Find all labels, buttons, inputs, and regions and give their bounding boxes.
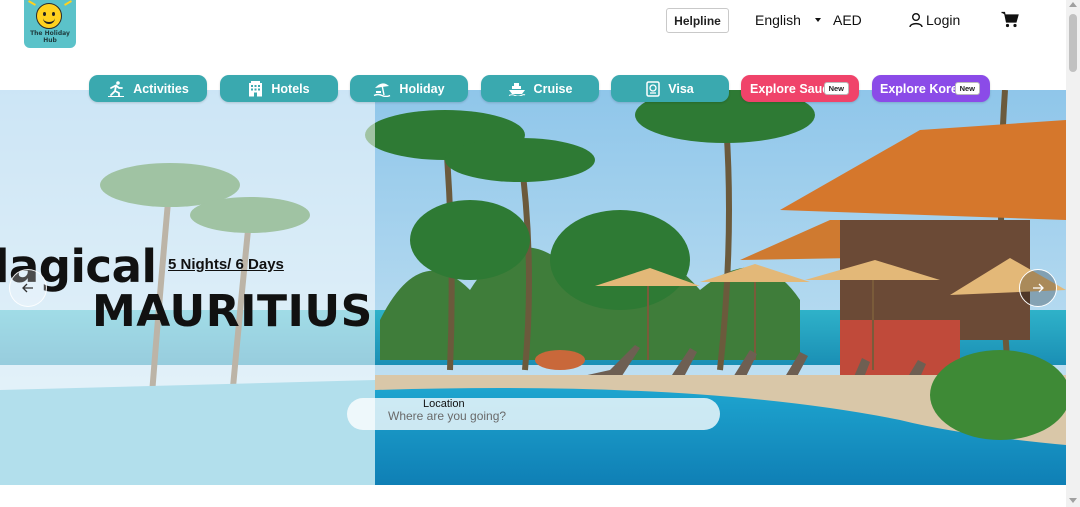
building-icon <box>249 80 263 96</box>
nav-item-activities[interactable]: Activities <box>89 75 207 102</box>
nav-item-hotels[interactable]: Hotels <box>220 75 338 102</box>
user-icon <box>909 13 923 28</box>
cart-button[interactable] <box>1001 11 1019 33</box>
running-person-icon <box>108 80 125 97</box>
nav-item-explore-saudi[interactable]: Explore Saudi New <box>741 75 859 102</box>
logo-ray <box>64 0 72 6</box>
login-button[interactable]: Login <box>908 12 960 28</box>
nav-item-label: Hotels <box>271 81 310 96</box>
nav-item-label: Explore Saudi <box>750 81 834 96</box>
arrow-left-icon <box>22 283 33 293</box>
nav-item-label: Activities <box>133 81 189 96</box>
nav-item-label: Visa <box>668 81 694 96</box>
scroll-down-arrow-icon[interactable] <box>1069 498 1077 503</box>
page: The Holiday Hub Helpline English AED Log… <box>0 0 1080 507</box>
scrollbar-thumb[interactable] <box>1069 14 1077 72</box>
login-label: Login <box>926 12 961 28</box>
cart-icon <box>1001 11 1019 28</box>
nav-item-explore-korea[interactable]: Explore Korea New <box>872 75 990 102</box>
page-scrollbar[interactable] <box>1066 0 1080 507</box>
new-badge: New <box>823 82 849 95</box>
nav-item-label: Holiday <box>399 81 445 96</box>
carousel-next-button[interactable] <box>1019 269 1057 307</box>
nav-item-cruise[interactable]: Cruise <box>481 75 599 102</box>
scroll-up-arrow-icon[interactable] <box>1069 2 1077 7</box>
arrow-right-icon <box>1033 283 1044 293</box>
nav-item-label: Explore Korea <box>880 81 965 96</box>
logo-ray <box>28 0 36 6</box>
location-input[interactable] <box>388 409 688 423</box>
caret-down-icon <box>814 18 821 22</box>
currency-selector[interactable]: AED <box>833 12 862 28</box>
nav-item-visa[interactable]: Visa <box>611 75 729 102</box>
language-selector[interactable]: English <box>755 12 821 28</box>
beach-umbrella-icon <box>374 82 391 97</box>
new-badge: New <box>954 82 980 95</box>
logo-text: The Holiday Hub <box>30 30 70 44</box>
hero-subtitle[interactable]: 5 Nights/ 6 Days <box>168 256 284 273</box>
category-nav: Activities Hotels Holiday Cruise Visa Ex… <box>0 75 1066 103</box>
nav-item-holiday[interactable]: Holiday <box>350 75 468 102</box>
nav-item-label: Cruise <box>533 81 573 96</box>
ship-icon <box>508 82 525 96</box>
passport-icon <box>646 80 660 97</box>
smiley-icon <box>36 3 62 29</box>
helpline-button[interactable]: Helpline <box>666 8 729 33</box>
site-logo[interactable]: The Holiday Hub <box>24 0 76 48</box>
hero-banner: lagical MAURITIUS 5 Nights/ 6 Days Locat… <box>0 90 1066 485</box>
hero-title-line2: MAURITIUS <box>92 286 373 337</box>
carousel-prev-button[interactable] <box>9 269 47 307</box>
language-label: English <box>755 12 801 28</box>
